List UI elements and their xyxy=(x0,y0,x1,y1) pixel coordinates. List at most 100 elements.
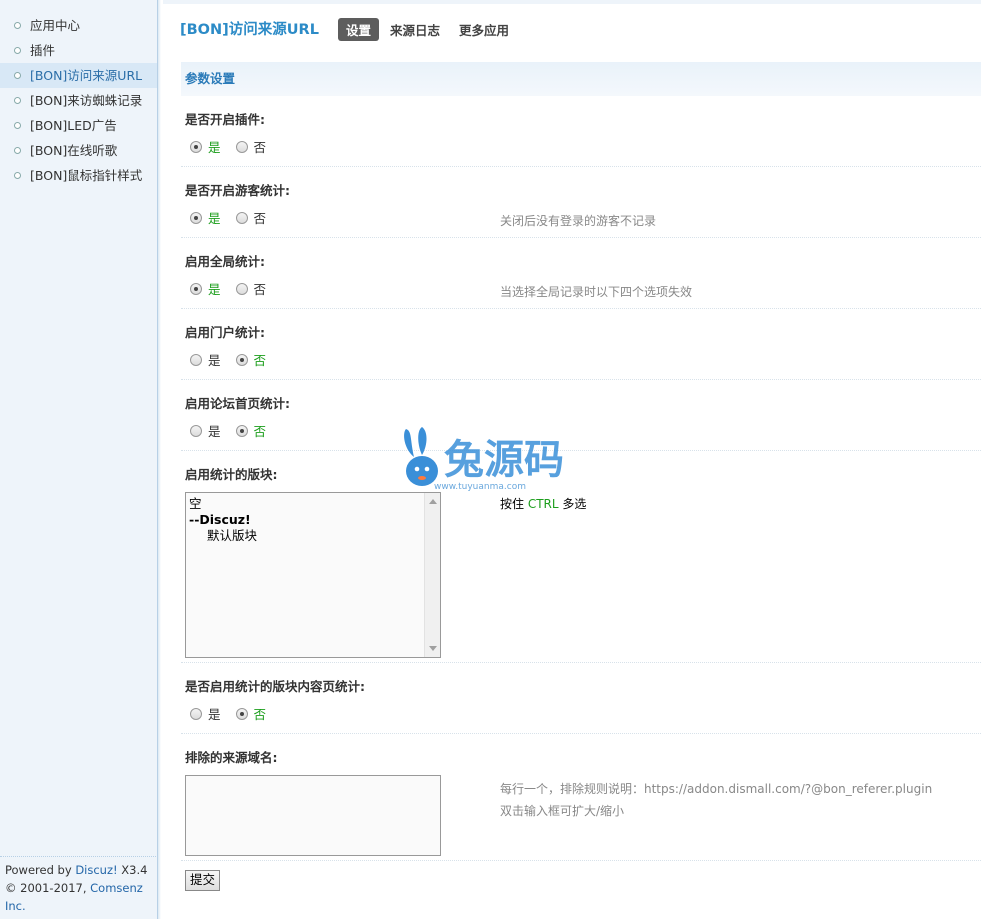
bullet-icon xyxy=(14,47,21,54)
sidebar-item-plugins[interactable]: 插件 xyxy=(0,38,157,63)
tip-line: 双击输入框可扩大/缩小 xyxy=(500,804,625,818)
sidebar-item-app-center[interactable]: 应用中心 xyxy=(0,13,157,38)
radio-label: 否 xyxy=(253,707,267,722)
exclude-domains-textarea[interactable] xyxy=(185,775,441,856)
sidebar-item-label: 应用中心 xyxy=(30,18,81,33)
radio-group: 是 否 xyxy=(190,350,281,369)
setting-label: 排除的来源域名: xyxy=(185,750,278,765)
setting-tip: 每行一个，排除规则说明：https://addon.dismall.com/?@… xyxy=(500,778,932,822)
bullet-icon xyxy=(14,122,21,129)
copyright-line: © 2001-2017, Comsenz Inc. xyxy=(5,879,153,915)
tip-suffix: 多选 xyxy=(558,497,587,511)
tab-more-apps[interactable]: 更多应用 xyxy=(451,18,517,41)
rabbit-logo-icon: 兔源码 www.tuyuanma.com xyxy=(404,427,564,492)
bullet-icon xyxy=(14,97,21,104)
select-option[interactable]: 空 xyxy=(189,496,257,512)
bullet-icon xyxy=(14,147,21,154)
radio-yes[interactable]: 是 xyxy=(190,279,221,298)
bullet-icon xyxy=(14,172,21,179)
setting-portal-stats: 启用门户统计: 是 否 xyxy=(181,310,981,380)
tab-settings[interactable]: 设置 xyxy=(338,18,380,41)
main-content: [BON]访问来源URL 设置 来源日志 更多应用 参数设置 是否开启插件: 是… xyxy=(163,0,981,919)
radio-label: 是 xyxy=(208,424,221,439)
version: X3.4 xyxy=(117,863,148,877)
watermark-logo: 兔源码 www.tuyuanma.com xyxy=(400,427,580,497)
copyright-prefix: © 2001-2017, xyxy=(5,881,91,895)
select-options: 空 --Discuz! 默认版块 xyxy=(189,496,257,544)
radio-label: 是 xyxy=(208,140,221,155)
setting-label: 启用统计的版块: xyxy=(185,467,278,482)
radio-no[interactable]: 否 xyxy=(235,137,266,156)
radio-label: 否 xyxy=(253,211,267,226)
radio-label: 否 xyxy=(253,424,267,439)
watermark-text: 兔源码 xyxy=(444,437,564,483)
radio-label: 是 xyxy=(208,211,221,226)
radio-unchecked-icon xyxy=(235,140,248,153)
setting-label: 启用门户统计: xyxy=(185,325,265,340)
radio-no[interactable]: 否 xyxy=(235,279,267,298)
select-optgroup: --Discuz! xyxy=(189,512,251,527)
radio-yes[interactable]: 是 xyxy=(190,704,221,723)
radio-label: 是 xyxy=(208,353,221,368)
tip-key: CTRL xyxy=(527,497,559,511)
radio-label: 否 xyxy=(253,282,267,297)
page-title: [BON]访问来源URL xyxy=(180,22,319,38)
radio-unchecked-icon xyxy=(190,424,202,437)
radio-label: 是 xyxy=(208,707,221,722)
discuz-link[interactable]: Discuz! xyxy=(75,863,117,877)
radio-unchecked-icon xyxy=(235,282,248,295)
radio-yes[interactable]: 是 xyxy=(190,421,221,440)
radio-yes[interactable]: 是 xyxy=(190,350,221,369)
watermark-url: www.tuyuanma.com xyxy=(434,482,526,492)
setting-tip: 关闭后没有登录的游客不记录 xyxy=(500,214,657,228)
radio-checked-icon xyxy=(190,282,202,295)
scrollbar[interactable] xyxy=(424,493,440,657)
sidebar-item-spider-log[interactable]: [BON]来访蜘蛛记录 xyxy=(0,88,157,113)
section-title: 参数设置 xyxy=(181,62,981,96)
sidebar-item-label: [BON]LED广告 xyxy=(30,118,117,133)
radio-no[interactable]: 否 xyxy=(235,208,267,227)
tip-prefix: 按住 xyxy=(500,497,528,511)
select-option[interactable]: 默认版块 xyxy=(189,528,257,544)
radio-no[interactable]: 否 xyxy=(235,421,267,440)
radio-yes[interactable]: 是 xyxy=(190,208,221,227)
sidebar-item-label: 插件 xyxy=(30,43,56,58)
sidebar-item-cursor-style[interactable]: [BON]鼠标指针样式 xyxy=(0,163,157,188)
submit-button[interactable]: 提交 xyxy=(185,870,221,891)
setting-label: 启用全局统计: xyxy=(185,254,265,269)
setting-exclude-domains: 排除的来源域名: 每行一个，排除规则说明：https://addon.disma… xyxy=(181,735,981,861)
sidebar-item-online-music[interactable]: [BON]在线听歌 xyxy=(0,138,157,163)
radio-yes[interactable]: 是 xyxy=(190,137,221,156)
sidebar-item-label: [BON]在线听歌 xyxy=(30,143,118,158)
sidebar: 应用中心 插件 [BON]访问来源URL [BON]来访蜘蛛记录 [BON]LE… xyxy=(0,0,161,919)
sidebar-item-led-ad[interactable]: [BON]LED广告 xyxy=(0,113,157,138)
radio-checked-icon xyxy=(190,211,202,224)
forum-multiselect[interactable]: 空 --Discuz! 默认版块 xyxy=(185,492,441,658)
sidebar-item-referer-url[interactable]: [BON]访问来源URL xyxy=(0,63,157,88)
bullet-icon xyxy=(14,72,21,79)
scroll-up-icon[interactable] xyxy=(429,499,437,504)
sidebar-item-label: [BON]鼠标指针样式 xyxy=(30,168,143,183)
scroll-down-icon[interactable] xyxy=(429,646,437,651)
setting-guest-stats: 是否开启游客统计: 是 否 关闭后没有登录的游客不记录 xyxy=(181,168,981,238)
radio-group: 是 否 xyxy=(190,421,281,440)
setting-label: 是否开启游客统计: xyxy=(185,183,290,198)
radio-unchecked-icon xyxy=(190,707,202,720)
setting-global-stats: 启用全局统计: 是 否 当选择全局记录时以下四个选项失效 xyxy=(181,239,981,309)
radio-unchecked-icon xyxy=(190,353,202,366)
tab-referer-log[interactable]: 来源日志 xyxy=(382,18,448,41)
setting-label: 是否启用统计的版块内容页统计: xyxy=(185,679,365,694)
radio-checked-icon xyxy=(235,424,248,437)
sidebar-menu: 应用中心 插件 [BON]访问来源URL [BON]来访蜘蛛记录 [BON]LE… xyxy=(0,0,157,188)
setting-label: 是否开启插件: xyxy=(185,112,265,127)
sidebar-item-label: [BON]来访蜘蛛记录 xyxy=(30,93,143,108)
radio-no[interactable]: 否 xyxy=(235,704,267,723)
setting-tip: 按住 CTRL 多选 xyxy=(500,495,586,512)
setting-forum-index-stats: 启用论坛首页统计: 是 否 xyxy=(181,381,981,451)
powered-prefix: Powered by xyxy=(5,863,76,877)
sidebar-item-label: [BON]访问来源URL xyxy=(30,68,143,83)
radio-no[interactable]: 否 xyxy=(235,350,266,369)
setting-forum-content-stats: 是否启用统计的版块内容页统计: 是 否 xyxy=(181,664,981,734)
setting-tip: 当选择全局记录时以下四个选项失效 xyxy=(500,285,693,299)
setting-label: 启用论坛首页统计: xyxy=(185,396,290,411)
